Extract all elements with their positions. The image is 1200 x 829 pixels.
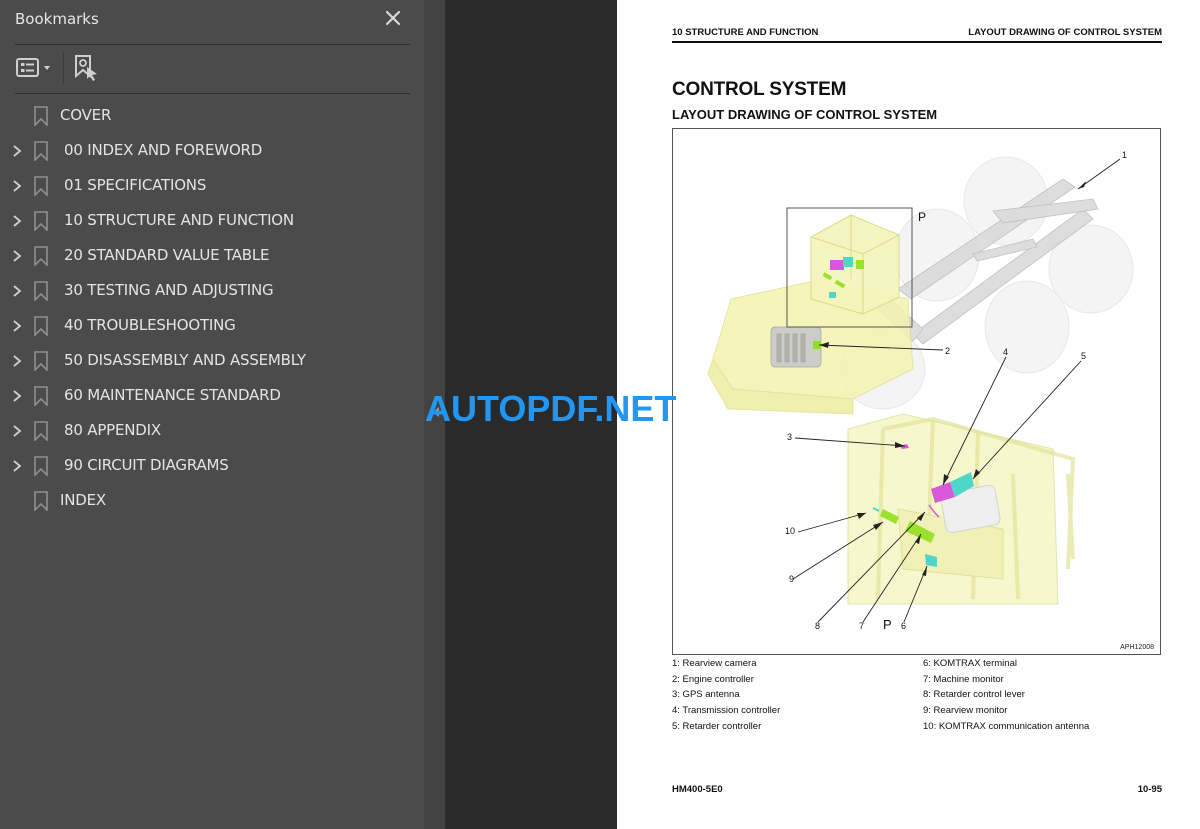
- bookmark-icon: [33, 246, 49, 267]
- pdf-page: 10 STRUCTURE AND FUNCTION LAYOUT DRAWING…: [617, 0, 1200, 829]
- callout-4: 4: [1003, 347, 1008, 357]
- legend-item: 2: Engine controller: [672, 673, 754, 685]
- callout-2: 2: [945, 346, 950, 356]
- callout-8: 8: [815, 621, 820, 631]
- retarder-controller-small: [843, 257, 853, 267]
- bookmarks-panel: Bookmarks COVER 00 INDEX AND FOREWORD 01 S…: [0, 0, 424, 829]
- figure-code: APH12008: [1120, 644, 1154, 651]
- bookmark-icon: [33, 386, 49, 407]
- bookmark-icon: [33, 491, 49, 512]
- legend-item: 6: KOMTRAX terminal: [923, 658, 1017, 669]
- chevron-right-icon[interactable]: [11, 214, 23, 228]
- control-system-drawing: P P 1 2 3 4 5 10 9 8 7 6: [707, 150, 1134, 632]
- bookmark-label: 10 STRUCTURE AND FUNCTION: [64, 211, 294, 229]
- footer-model: HM400-5E0: [672, 784, 723, 795]
- section-subtitle: LAYOUT DRAWING OF CONTROL SYSTEM: [672, 107, 938, 122]
- running-header-left: 10 STRUCTURE AND FUNCTION: [672, 27, 819, 38]
- running-header-right: LAYOUT DRAWING OF CONTROL SYSTEM: [968, 27, 1162, 38]
- callout-7: 7: [859, 621, 864, 631]
- bookmark-label: INDEX: [60, 491, 106, 509]
- legend-item: 1: Rearview camera: [672, 658, 757, 669]
- panel-title: Bookmarks: [15, 10, 99, 28]
- chevron-right-icon[interactable]: [11, 354, 23, 368]
- view-label-p-top: P: [918, 210, 926, 224]
- bookmark-label: 20 STANDARD VALUE TABLE: [64, 246, 270, 264]
- upper-cab: [810, 214, 900, 315]
- bookmark-options-button[interactable]: [15, 56, 55, 80]
- bookmark-item[interactable]: 00 INDEX AND FOREWORD: [0, 134, 420, 169]
- header-rule: [672, 41, 1162, 43]
- chevron-right-icon[interactable]: [11, 459, 23, 473]
- view-label-p-bottom: P: [883, 617, 892, 632]
- bookmark-item[interactable]: 90 CIRCUIT DIAGRAMS: [0, 449, 420, 484]
- chevron-right-icon[interactable]: [11, 424, 23, 438]
- legend-item: 7: Machine monitor: [923, 673, 1004, 685]
- chevron-right-icon[interactable]: [11, 284, 23, 298]
- bookmark-item[interactable]: 20 STANDARD VALUE TABLE: [0, 239, 420, 274]
- detail-cab: [847, 413, 1076, 605]
- bookmark-icon: [33, 281, 49, 302]
- chevron-right-icon[interactable]: [11, 249, 23, 263]
- bookmark-label: 00 INDEX AND FOREWORD: [64, 141, 263, 159]
- chevron-right-icon[interactable]: [11, 319, 23, 333]
- bookmark-item[interactable]: 80 APPENDIX: [0, 414, 420, 449]
- footer-page-number: 10-95: [1137, 784, 1162, 795]
- chevron-right-icon[interactable]: [11, 389, 23, 403]
- close-icon: [385, 10, 401, 26]
- callout-1: 1: [1122, 150, 1127, 160]
- bookmark-icon: [33, 141, 49, 162]
- bookmark-label: 50 DISASSEMBLY AND ASSEMBLY: [64, 351, 306, 369]
- legend-item: 10: KOMTRAX communication antenna: [923, 720, 1090, 732]
- bookmark-icon: [33, 106, 49, 127]
- bookmark-label: 80 APPENDIX: [64, 421, 161, 439]
- bookmark-label: 30 TESTING AND ADJUSTING: [64, 281, 274, 299]
- chevron-right-icon[interactable]: [11, 179, 23, 193]
- toolbar-separator: [63, 52, 64, 84]
- bookmark-item[interactable]: 30 TESTING AND ADJUSTING: [0, 274, 420, 309]
- transmission-controller-small: [830, 260, 844, 270]
- section-title: CONTROL SYSTEM: [672, 79, 847, 100]
- legend-item: 9: Rearview monitor: [923, 705, 1008, 717]
- watermark: AUTOPDF.NET: [425, 388, 677, 429]
- legend-item: 8: Retarder control lever: [923, 689, 1025, 701]
- bookmark-item[interactable]: 01 SPECIFICATIONS: [0, 169, 420, 204]
- callout-10: 10: [785, 526, 795, 536]
- bookmark-item[interactable]: 60 MAINTENANCE STANDARD: [0, 379, 420, 414]
- find-current-bookmark-button[interactable]: [73, 54, 101, 82]
- bookmark-item[interactable]: 40 TROUBLESHOOTING: [0, 309, 420, 344]
- callout-3: 3: [787, 432, 792, 442]
- layout-drawing-figure: P P 1 2 3 4 5 10 9 8 7 6 APH12008: [672, 128, 1161, 655]
- callout-6: 6: [901, 621, 906, 631]
- divider: [15, 44, 410, 45]
- bookmark-item[interactable]: 10 STRUCTURE AND FUNCTION: [0, 204, 420, 239]
- legend-item: 5: Retarder controller: [672, 720, 762, 732]
- divider: [15, 93, 410, 94]
- komtrax-part-small: [856, 260, 864, 269]
- bookmark-item[interactable]: 50 DISASSEMBLY AND ASSEMBLY: [0, 344, 420, 379]
- bookmark-icon: [33, 176, 49, 197]
- bookmark-item[interactable]: COVER: [0, 99, 420, 134]
- callout-5: 5: [1081, 351, 1086, 361]
- find-current-bookmark-icon: [75, 55, 97, 81]
- chevron-down-icon: [44, 66, 50, 70]
- bookmark-label: 40 TROUBLESHOOTING: [64, 316, 236, 334]
- bookmark-icon: [33, 351, 49, 372]
- callout-9: 9: [789, 574, 794, 584]
- legend-item: 4: Transmission controller: [672, 705, 781, 717]
- bookmark-label: 90 CIRCUIT DIAGRAMS: [64, 456, 229, 474]
- bookmark-icon: [33, 211, 49, 232]
- list-options-icon: [16, 58, 50, 77]
- legend-item: 3: GPS antenna: [672, 689, 740, 701]
- bookmark-label: 60 MAINTENANCE STANDARD: [64, 386, 281, 404]
- close-button[interactable]: [383, 8, 403, 28]
- bookmark-icon: [33, 421, 49, 442]
- bookmark-item[interactable]: INDEX: [0, 484, 420, 519]
- chevron-right-icon[interactable]: [11, 144, 23, 158]
- bookmark-label: COVER: [60, 106, 112, 124]
- bookmark-icon: [33, 456, 49, 477]
- bookmark-icon: [33, 316, 49, 337]
- bookmark-label: 01 SPECIFICATIONS: [64, 176, 207, 194]
